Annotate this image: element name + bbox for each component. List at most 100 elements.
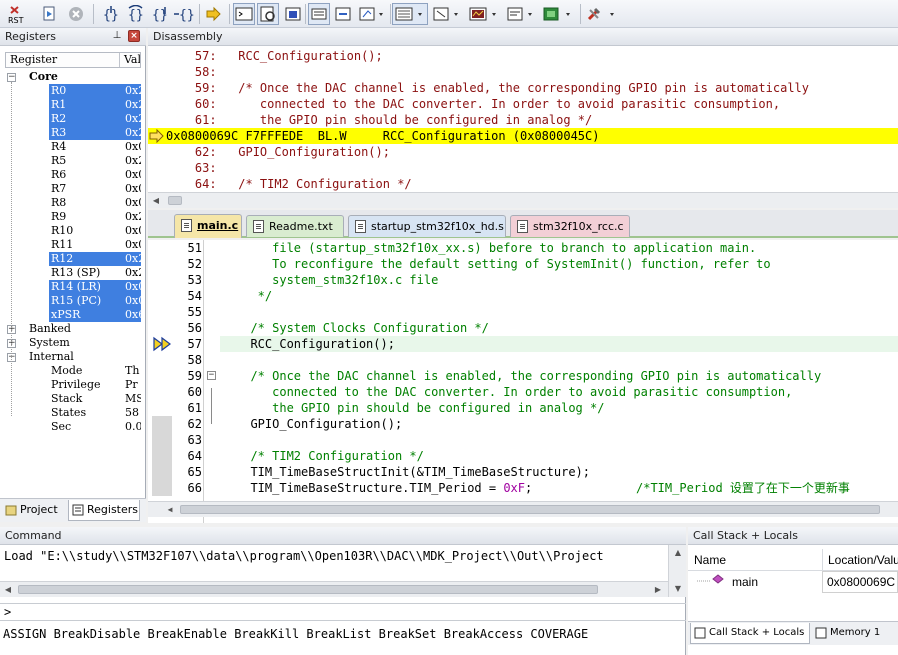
internal-row[interactable]: Sec 0.0 [5, 420, 141, 434]
source-line[interactable]: GPIO_Configuration(); [236, 416, 402, 432]
register-row[interactable]: R20x2 [5, 112, 141, 126]
register-value[interactable]: 0x0 [125, 168, 141, 182]
step-out-button[interactable]: {} [148, 3, 172, 25]
scroll-left-icon[interactable]: ◀ [162, 502, 178, 517]
register-value[interactable]: 0x2 [125, 252, 141, 266]
disassembly-source-line[interactable]: 61: the GPIO pin should be configured in… [166, 112, 592, 128]
tab-startup-stm32f10x-hd-s[interactable]: startup_stm32f10x_hd.s [348, 215, 506, 237]
run-to-cursor-button[interactable]: {} [172, 3, 196, 25]
command-horizontal-scrollbar[interactable]: ◀ ▶ [0, 581, 668, 597]
register-row[interactable]: xPSR0x6 [5, 308, 141, 322]
disassembly-window-button[interactable] [257, 3, 279, 25]
close-icon[interactable]: × [128, 30, 140, 42]
scroll-down-icon[interactable]: ▼ [670, 581, 686, 596]
scrollbar-thumb[interactable] [180, 505, 880, 514]
tab-registers[interactable]: Registers [68, 500, 140, 521]
tab-readme-txt[interactable]: Readme.txt [246, 215, 344, 237]
registers-window-button[interactable] [308, 3, 330, 25]
editor-horizontal-scrollbar[interactable]: ◀ [148, 501, 898, 517]
register-value[interactable]: 0x2 [125, 126, 141, 140]
internal-row[interactable]: Privilege Pr [5, 378, 141, 392]
serial-window-button[interactable] [430, 3, 464, 25]
source-line[interactable]: TIM_TimeBaseStructInit(&TIM_TimeBaseStru… [236, 464, 590, 480]
source-line[interactable]: */ [236, 288, 272, 304]
call-stack-button[interactable] [332, 3, 354, 25]
run-button[interactable] [38, 3, 62, 25]
fold-toggle-icon[interactable]: − [207, 371, 216, 380]
register-row[interactable]: R6 0x0 [5, 168, 141, 182]
disassembly-listing[interactable]: 57: RCC_Configuration(); 58: 59: /* Once… [148, 46, 898, 192]
register-row[interactable]: R15 (PC)0x0 [5, 294, 141, 308]
show-next-statement-button[interactable] [203, 3, 225, 25]
disassembly-source-line[interactable]: 62: GPIO_Configuration(); [166, 144, 390, 160]
tab-memory[interactable]: Memory 1 [812, 623, 896, 644]
disassembly-source-line[interactable]: 64: /* TIM2 Configuration */ [166, 176, 412, 192]
register-value[interactable]: 0x0 [125, 140, 141, 154]
register-value[interactable]: 0x2 [125, 154, 141, 168]
editor-gutter[interactable]: 51 52 53 54 55 56 57 58 59 60 61 62 63 64 65 66 [148, 240, 204, 523]
tab-stm32f10x-rcc-c[interactable]: stm32f10x_rcc.c [510, 215, 630, 237]
source-line[interactable]: the GPIO pin should be configured in ana… [236, 400, 604, 416]
register-value[interactable]: 0x2 [125, 266, 141, 280]
scroll-left-icon[interactable]: ◀ [148, 193, 164, 208]
toolbox-button[interactable] [584, 3, 620, 25]
scrollbar-thumb[interactable] [168, 196, 182, 205]
system-viewer-button[interactable] [540, 3, 576, 25]
disassembly-horizontal-scrollbar[interactable]: ◀ [148, 192, 898, 208]
register-value[interactable]: 0x0 [125, 294, 141, 308]
internal-row[interactable]: Mode Th [5, 364, 141, 378]
register-value[interactable]: 0x0 [125, 280, 141, 294]
register-row[interactable]: R00x2 [5, 84, 141, 98]
source-line[interactable]: /* TIM2 Configuration */ [236, 448, 423, 464]
register-row[interactable]: R30x2 [5, 126, 141, 140]
register-value[interactable]: 0x2 [125, 112, 141, 126]
tab-call-stack[interactable]: Call Stack + Locals [690, 623, 810, 644]
source-line[interactable]: connected to the DAC converter. In order… [236, 384, 792, 400]
register-row[interactable]: R4 0x0 [5, 140, 141, 154]
pin-icon[interactable]: ⊥ [111, 30, 123, 42]
register-value[interactable]: 0x2 [125, 98, 141, 112]
memory-window-button[interactable] [392, 3, 428, 25]
register-row[interactable]: R8 0x0 [5, 196, 141, 210]
source-line[interactable]: To reconfigure the default setting of Sy… [236, 256, 771, 272]
stop-button[interactable] [64, 3, 88, 25]
register-row[interactable]: R14 (LR)0x0 [5, 280, 141, 294]
register-row[interactable]: R120x2 [5, 252, 141, 266]
source-line[interactable]: /* Once the DAC channel is enabled, the … [236, 368, 821, 384]
register-value[interactable]: 0x0 [125, 224, 141, 238]
current-source-line[interactable]: RCC_Configuration(); [220, 336, 898, 352]
disassembly-source-line[interactable]: 60: connected to the DAC converter. In o… [166, 96, 780, 112]
register-row[interactable]: R7 0x0 [5, 182, 141, 196]
scroll-left-icon[interactable]: ◀ [0, 582, 16, 597]
register-value[interactable]: 0x0 [125, 238, 141, 252]
call-stack-row[interactable]: main 0x0800069C [688, 571, 898, 593]
command-input[interactable]: > [0, 603, 686, 621]
disassembly-source-line[interactable]: 63: [166, 160, 217, 176]
tab-main-c[interactable]: main.c [174, 214, 242, 238]
command-vertical-scrollbar[interactable]: ▲ ▼ [668, 545, 686, 597]
disassembly-source-line[interactable]: 57: RCC_Configuration(); [166, 48, 383, 64]
source-line[interactable]: file (startup_stm32f10x_xx.s) before to … [236, 240, 756, 256]
source-editor[interactable]: 51 52 53 54 55 56 57 58 59 60 61 62 63 64 65 66 file (s… [148, 240, 898, 523]
disassembly-current-instruction[interactable]: 0x0800069C F7FFFEDE BL.W RCC_Configurati… [148, 128, 898, 144]
register-value[interactable]: 0x2 [125, 84, 141, 98]
scroll-right-icon[interactable]: ▶ [650, 582, 666, 597]
column-location[interactable]: Location/Value [822, 549, 898, 571]
tab-project[interactable]: Project [2, 500, 64, 521]
internal-row[interactable]: States 58 [5, 406, 141, 420]
reset-button[interactable]: RST [4, 3, 32, 25]
scrollbar-thumb[interactable] [18, 585, 598, 594]
step-into-button[interactable]: {} [99, 3, 123, 25]
register-row[interactable]: R5 0x2 [5, 154, 141, 168]
register-row[interactable]: R10 0x0 [5, 224, 141, 238]
register-row[interactable]: R10x2 [5, 98, 141, 112]
trace-window-button[interactable] [504, 3, 538, 25]
source-line[interactable]: TIM_TimeBaseStructure.TIM_Period = 0xF; [236, 480, 532, 496]
tree-group-internal[interactable]: − Internal [5, 350, 141, 364]
disassembly-source-line[interactable]: 59: /* Once the DAC channel is enabled, … [166, 80, 809, 96]
scroll-up-icon[interactable]: ▲ [670, 545, 686, 560]
source-line[interactable]: /* System Clocks Configuration */ [236, 320, 488, 336]
internal-row[interactable]: Stack MS [5, 392, 141, 406]
register-row[interactable]: R11 0x0 [5, 238, 141, 252]
command-window-button[interactable] [233, 3, 255, 25]
